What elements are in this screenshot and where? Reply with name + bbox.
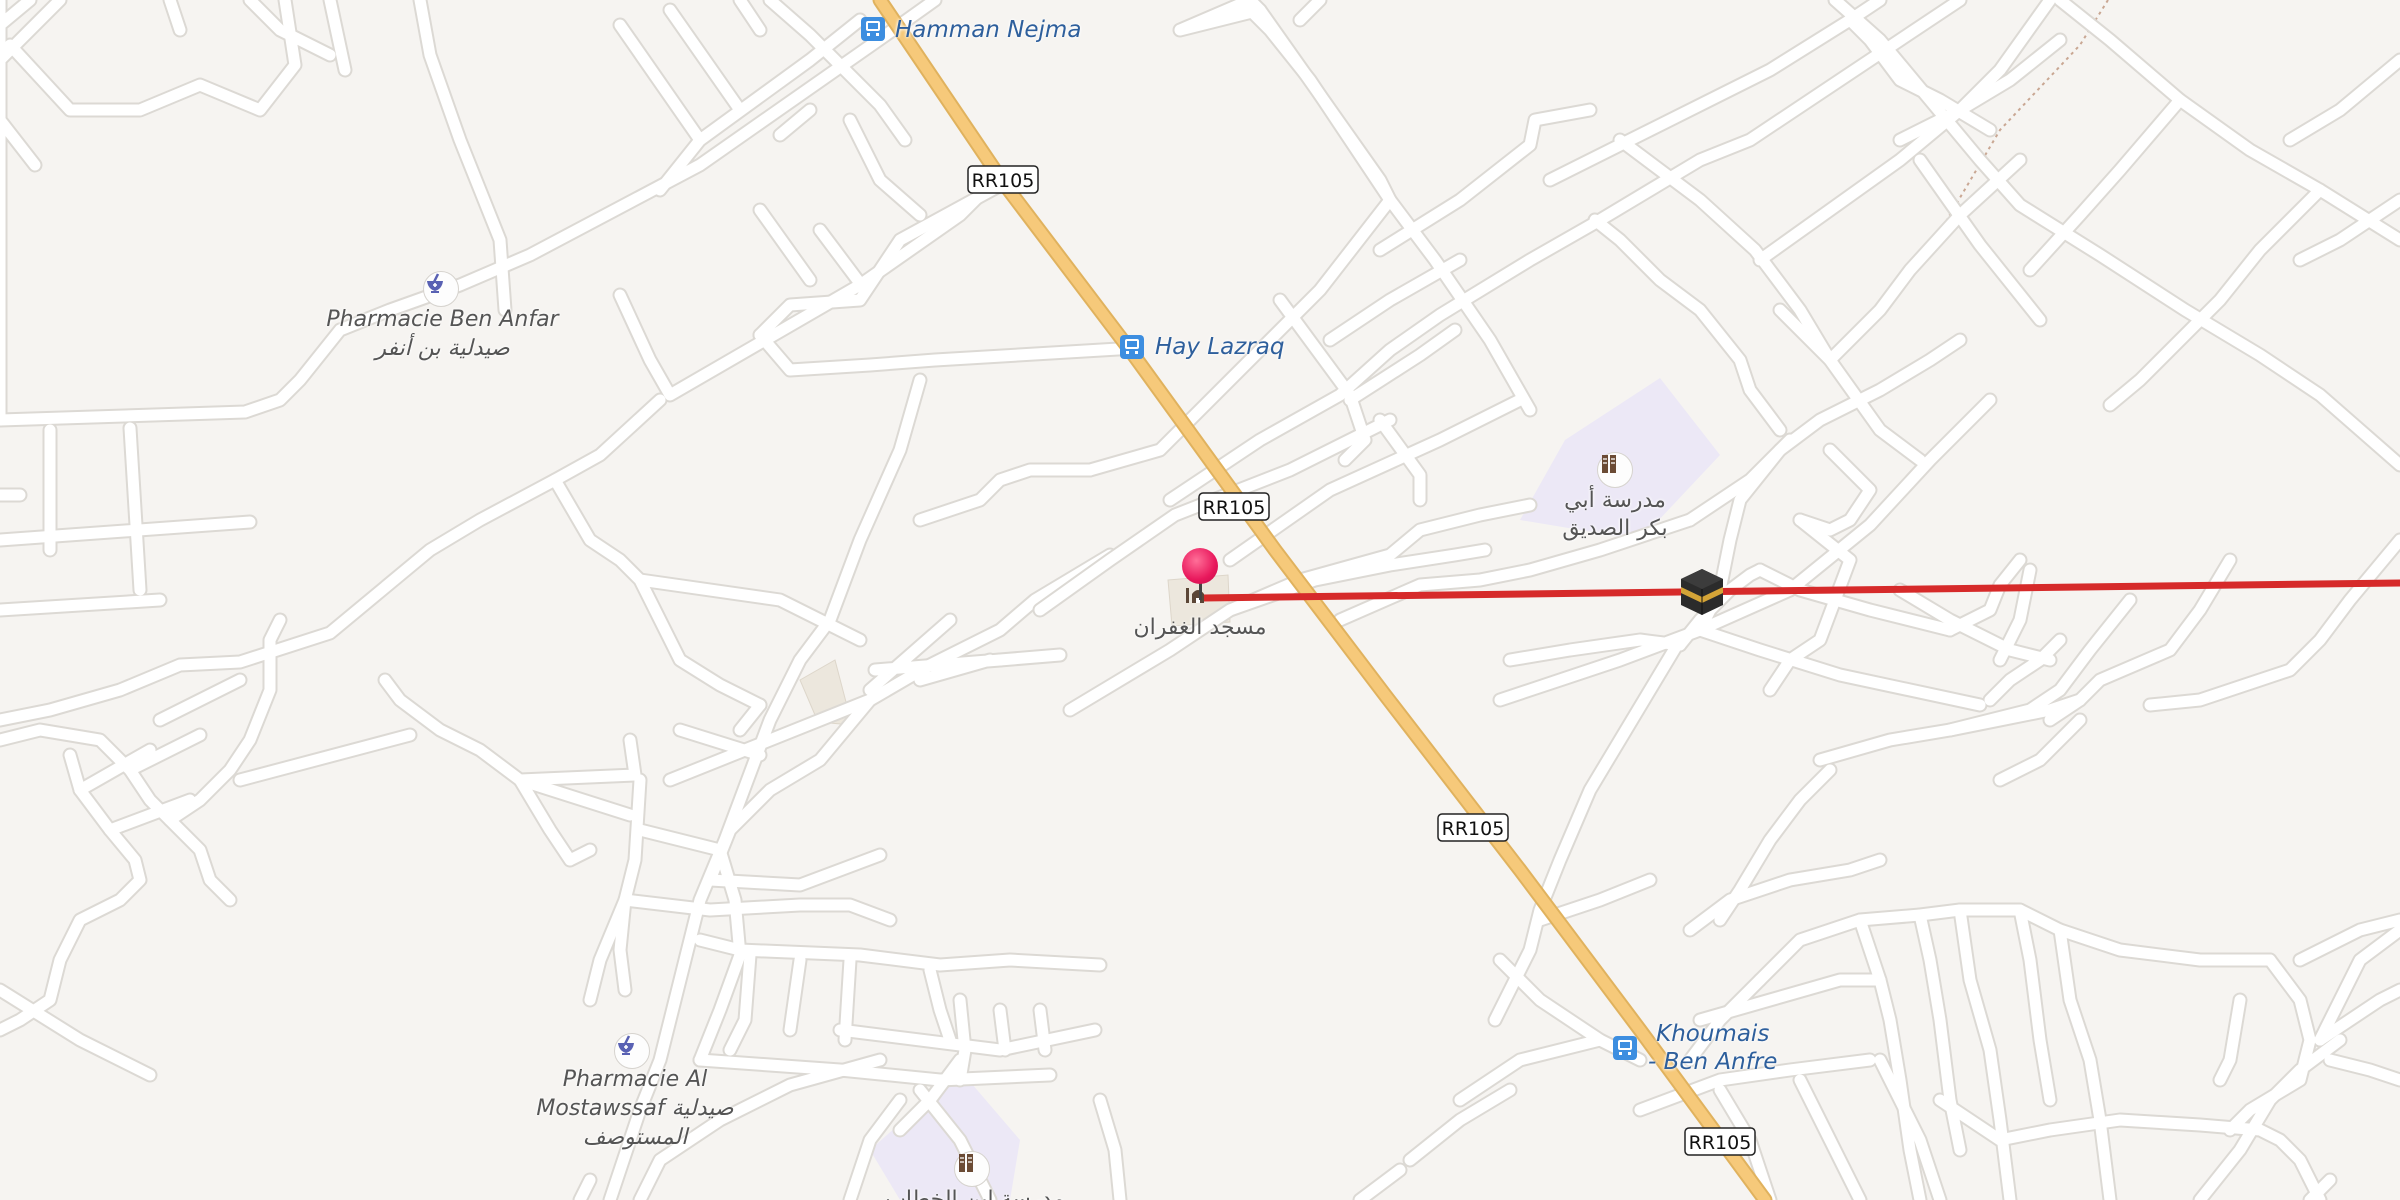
school-label[interactable]: مدرسة أبي بكر الصديق (1530, 487, 1700, 543)
bus-icon[interactable] (861, 17, 885, 41)
pharmacy-label[interactable]: Pharmacie Al Mostawssaf صيدلية المستوصف (510, 1065, 760, 1152)
svg-text:RR105: RR105 (1442, 818, 1505, 840)
bus-stop-label-line: Khoumais (1656, 1021, 1770, 1047)
mortar-pestle-icon (427, 273, 443, 293)
pharmacy-label[interactable]: Pharmacie Ben Anfar صيدلية بن أنفر (320, 305, 565, 363)
pharmacy-icon[interactable] (423, 271, 459, 307)
school-icon[interactable] (1597, 452, 1633, 488)
mosque-label[interactable]: مسجد الغفران (1110, 614, 1290, 642)
road-shield: RR105 (1198, 492, 1270, 521)
pharmacy-label-line: Mostawssaf صيدلية (536, 1096, 734, 1121)
pharmacy-label-line: المستوصف (582, 1125, 688, 1150)
bus-icon[interactable] (1120, 335, 1144, 359)
pharmacy-label-line: صيدلية بن أنفر (375, 336, 510, 361)
location-pin-icon[interactable] (1182, 548, 1218, 584)
svg-text:RR105: RR105 (972, 170, 1035, 192)
map-view[interactable]: RR105 RR105 RR105 RR105 Hamman Nejma Hay… (0, 0, 2400, 1200)
mosque-glyph-icon (1186, 588, 1204, 603)
svg-text:RR105: RR105 (1689, 1132, 1752, 1154)
bus-stop-label-line: - Ben Anfre (1648, 1049, 1778, 1075)
road-shield: RR105 (967, 165, 1039, 194)
road-shield: RR105 (1437, 813, 1509, 842)
school-label[interactable]: مدرسة ابن الخطاب (870, 1186, 1080, 1200)
bus-stop-label[interactable]: Hamman Nejma (895, 16, 1081, 44)
books-icon (959, 1154, 973, 1172)
kaaba-glyph (1681, 569, 1723, 615)
road-shield: RR105 (1684, 1127, 1756, 1156)
school-label-line: مدرسة أبي (1564, 488, 1666, 513)
school-icon[interactable] (954, 1151, 990, 1187)
pharmacy-icon[interactable] (614, 1033, 650, 1069)
mortar-pestle-icon (618, 1035, 634, 1055)
bus-stop-label[interactable]: Khoumais - Ben Anfre (1648, 1020, 1777, 1076)
books-icon (1602, 455, 1616, 473)
bus-stop-label[interactable]: Hay Lazraq (1155, 333, 1284, 361)
pharmacy-label-line: Pharmacie Ben Anfar (326, 307, 559, 332)
bus-icon[interactable] (1613, 1036, 1637, 1060)
svg-text:RR105: RR105 (1203, 497, 1266, 519)
roads (0, 0, 1141, 1200)
pharmacy-label-line: Pharmacie Al (562, 1067, 708, 1092)
school-label-line: بكر الصديق (1562, 516, 1668, 541)
kaaba-icon[interactable] (1679, 567, 1725, 617)
